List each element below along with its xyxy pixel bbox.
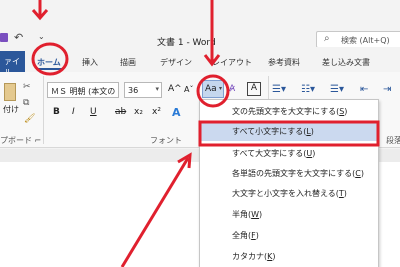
annotation-overlay bbox=[31, 0, 380, 267]
circle-home-tab bbox=[31, 42, 69, 76]
arrow-to-lowercase bbox=[120, 157, 190, 267]
circle-change-case bbox=[196, 74, 230, 108]
highlight-lowercase-item bbox=[198, 120, 380, 147]
